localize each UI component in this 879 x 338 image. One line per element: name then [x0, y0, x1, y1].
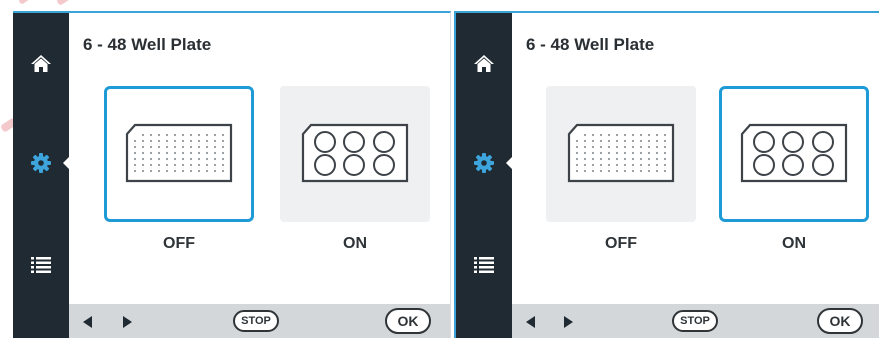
sidebar: [456, 13, 513, 338]
footer-bar: STOP OK: [69, 304, 450, 338]
settings-button[interactable]: [13, 143, 70, 183]
option-on[interactable]: [719, 86, 869, 222]
plate-96-well-icon: [567, 123, 675, 183]
list-icon: [474, 257, 494, 273]
footer-bar: STOP OK: [512, 304, 879, 338]
prev-arrow-icon[interactable]: [526, 316, 535, 328]
list-button[interactable]: [456, 245, 512, 285]
option-off-label: OFF: [605, 235, 637, 252]
home-icon: [474, 55, 494, 72]
option-off[interactable]: [104, 86, 254, 222]
plate-6-well-icon: [301, 123, 409, 183]
page-title: 6 - 48 Well Plate: [526, 35, 655, 54]
next-arrow-icon[interactable]: [123, 316, 132, 328]
gear-icon: [31, 153, 51, 173]
settings-screen-left: 6 - 48 Well Plate OFF ON STOP OK: [13, 11, 451, 338]
active-indicator: [506, 156, 513, 170]
next-arrow-icon[interactable]: [564, 316, 573, 328]
watermark-stroke: [56, 0, 119, 6]
settings-screen-right: 6 - 48 Well Plate OFF ON STOP OK: [454, 11, 879, 338]
app-stage: 6 - 48 Well Plate OFF ON STOP OK 6 - 48 …: [0, 0, 879, 338]
home-button[interactable]: [456, 43, 512, 83]
sidebar: [13, 13, 70, 338]
ok-button[interactable]: OK: [385, 308, 431, 334]
option-off-label: OFF: [163, 235, 195, 252]
home-button[interactable]: [13, 43, 69, 83]
watermark-stroke: [18, 0, 40, 5]
plate-6-well-icon: [740, 123, 848, 183]
prev-arrow-icon[interactable]: [83, 316, 92, 328]
gear-icon: [474, 153, 494, 173]
stop-button[interactable]: STOP: [233, 310, 279, 332]
page-title: 6 - 48 Well Plate: [83, 35, 212, 54]
list-button[interactable]: [13, 245, 69, 285]
ok-button[interactable]: OK: [817, 308, 863, 334]
option-on[interactable]: [280, 86, 430, 222]
settings-button[interactable]: [456, 143, 513, 183]
home-icon: [31, 55, 51, 72]
option-on-label: ON: [782, 235, 806, 252]
stop-button[interactable]: STOP: [672, 310, 718, 332]
option-on-label: ON: [343, 235, 367, 252]
plate-96-well-icon: [125, 123, 233, 183]
option-off[interactable]: [546, 86, 696, 222]
list-icon: [31, 257, 51, 273]
active-indicator: [63, 156, 70, 170]
